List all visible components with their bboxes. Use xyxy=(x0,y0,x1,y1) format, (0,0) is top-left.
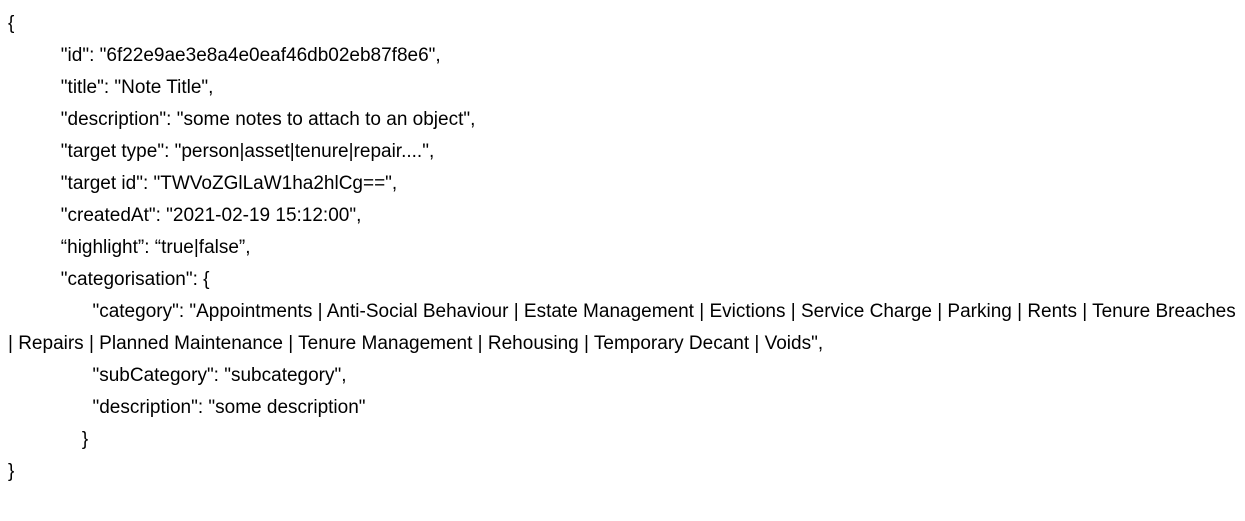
json-line-title: "title": "Note Title", xyxy=(8,77,214,98)
json-code-block: { "id": "6f22e9ae3e8a4e0eaf46db02eb87f8e… xyxy=(0,0,1245,521)
json-line-inner-description: "description": "some description" xyxy=(8,397,366,418)
json-line-open-brace: { xyxy=(8,13,15,34)
json-line-target-id: "target id": "TWVoZGlLaW1ha2hlCg==", xyxy=(8,173,398,194)
json-line-category: "category": "Appointments | Anti-Social … xyxy=(8,301,1242,354)
json-line-sub-category: "subCategory": "subcategory", xyxy=(8,365,347,386)
json-line-highlight: “highlight”: “true|false”, xyxy=(8,237,251,258)
json-line-created-at: "createdAt": "2021-02-19 15:12:00", xyxy=(8,205,362,226)
json-line-close-brace: } xyxy=(8,461,15,482)
json-line-target-type: "target type": "person|asset|tenure|repa… xyxy=(8,141,435,162)
json-line-categorisation-open: "categorisation": { xyxy=(8,269,210,290)
json-line-inner-close-brace: } xyxy=(8,429,89,450)
json-line-description: "description": "some notes to attach to … xyxy=(8,109,476,130)
json-line-id: "id": "6f22e9ae3e8a4e0eaf46db02eb87f8e6"… xyxy=(8,45,441,66)
